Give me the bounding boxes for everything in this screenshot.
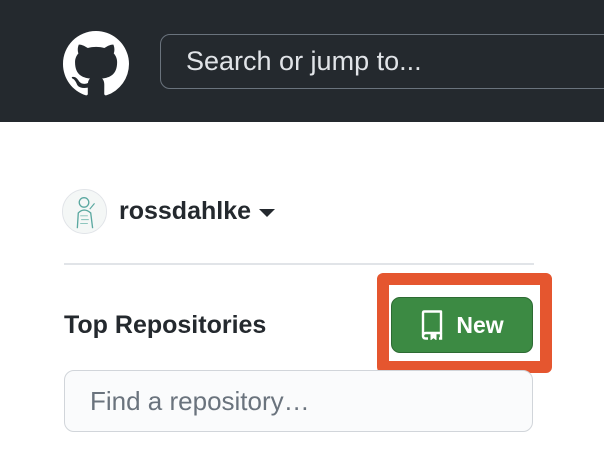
- top-header: Search or jump to...: [0, 0, 604, 122]
- search-placeholder: Search or jump to...: [186, 46, 422, 76]
- account-switcher[interactable]: rossdahlke: [62, 188, 276, 234]
- new-button-label: New: [456, 311, 504, 338]
- caret-down-icon: [259, 208, 276, 217]
- find-repository-input[interactable]: [64, 370, 533, 432]
- global-search-input[interactable]: Search or jump to...: [160, 34, 604, 89]
- user-avatar-icon: [62, 188, 107, 234]
- section-divider: [64, 263, 534, 265]
- top-repositories-heading: Top Repositories: [64, 311, 267, 339]
- account-username: rossdahlke: [119, 196, 252, 225]
- new-repository-button[interactable]: New: [391, 297, 533, 353]
- github-logo-icon[interactable]: [63, 31, 129, 97]
- repo-icon: [422, 310, 443, 340]
